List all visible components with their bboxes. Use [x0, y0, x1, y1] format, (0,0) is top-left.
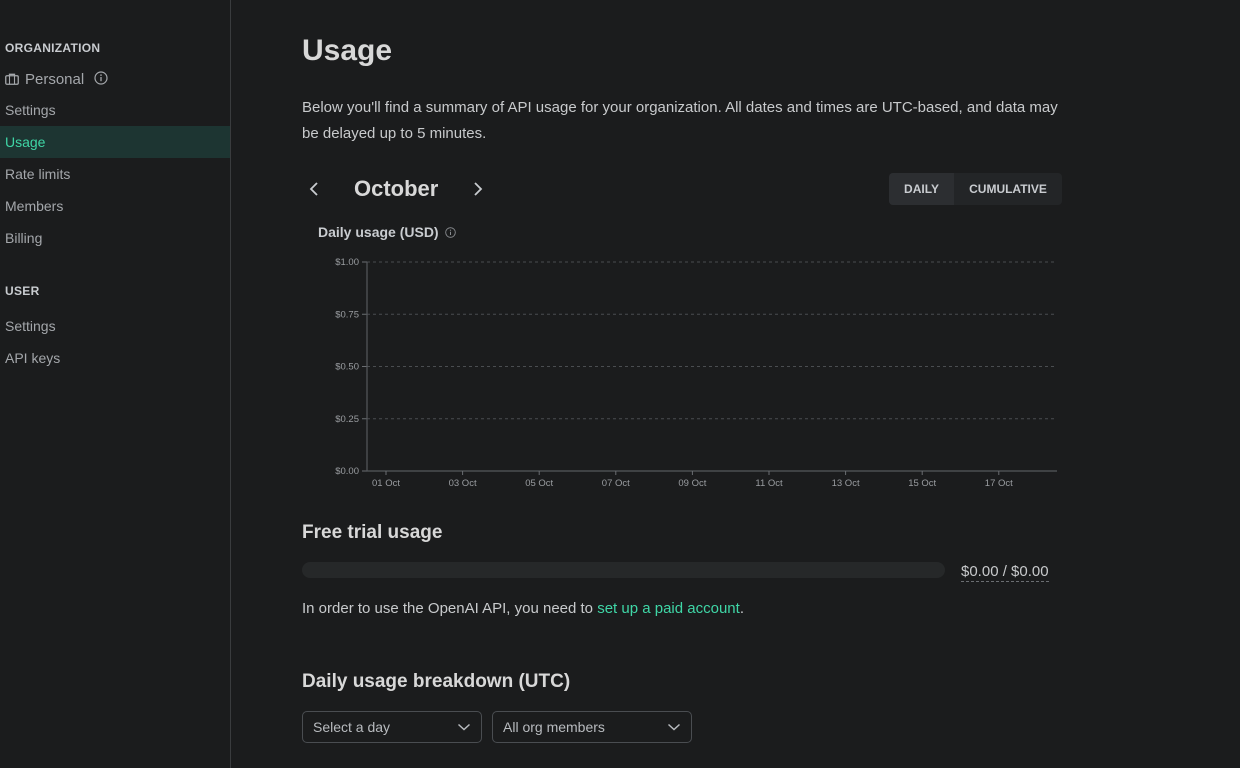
chart-x-tick-label: 17 Oct [985, 478, 1013, 489]
chart-x-tick-label: 07 Oct [602, 478, 630, 489]
sidebar-item-settings[interactable]: Settings [0, 94, 230, 126]
chart-title-label: Daily usage (USD) [318, 224, 439, 240]
sidebar-item-billing[interactable]: Billing [0, 222, 230, 254]
chart-y-tick-label: $0.50 [335, 362, 359, 373]
user-section-title: USER [5, 284, 40, 298]
chart-y-tick-label: $0.25 [335, 414, 359, 425]
setup-paid-account-link[interactable]: set up a paid account [597, 600, 740, 617]
member-select[interactable]: All org members [492, 711, 692, 743]
next-month-button[interactable] [466, 172, 490, 206]
cumulative-toggle-button[interactable]: CUMULATIVE [954, 173, 1062, 205]
page-title: Usage [302, 34, 393, 67]
chart-x-tick-label: 03 Oct [449, 478, 477, 489]
day-select-value: Select a day [313, 719, 391, 735]
org-name: Personal [25, 70, 85, 88]
chevron-down-icon [457, 723, 471, 731]
info-icon[interactable] [444, 226, 456, 238]
month-label: October [354, 176, 439, 201]
paid-account-notice: In order to use the OpenAI API, you need… [302, 600, 744, 617]
sidebar-item-user-settings[interactable]: Settings [0, 310, 230, 342]
chart-y-tick-label: $0.00 [335, 466, 359, 477]
previous-month-button[interactable] [302, 172, 326, 206]
chart-y-tick-label: $1.00 [335, 257, 359, 268]
paid-account-notice-suffix: . [739, 600, 744, 617]
day-select[interactable]: Select a day [302, 711, 482, 743]
member-select-value: All org members [503, 719, 605, 735]
page-description: Below you'll find a summary of API usage… [302, 99, 1058, 142]
briefcase-icon [5, 73, 19, 85]
sidebar-item-usage[interactable]: Usage [0, 126, 230, 158]
chart-title: Daily usage (USD) [318, 224, 456, 240]
free-trial-heading: Free trial usage [302, 522, 443, 543]
sidebar-item-members[interactable]: Members [0, 190, 230, 222]
month-navigator: October [302, 172, 490, 206]
chevron-right-icon [474, 182, 483, 196]
chart-x-tick-label: 05 Oct [525, 478, 553, 489]
chart-x-tick-label: 11 Oct [755, 478, 783, 489]
info-icon[interactable] [94, 71, 108, 85]
chart-x-tick-label: 13 Oct [832, 478, 860, 489]
daily-toggle-button[interactable]: DAILY [889, 173, 954, 205]
sidebar-item-rate-limits[interactable]: Rate limits [0, 158, 230, 190]
org-selector[interactable]: Personal [5, 69, 108, 89]
chart-x-tick-label: 01 Oct [372, 478, 400, 489]
chevron-left-icon [309, 182, 318, 196]
chart-y-tick-label: $0.75 [335, 309, 359, 320]
breakdown-heading: Daily usage breakdown (UTC) [302, 671, 571, 692]
view-toggle: DAILY CUMULATIVE [889, 173, 1062, 205]
free-trial-usage-value: $0.00 / $0.00 [961, 563, 1049, 582]
usage-chart: $0.00 $0.25 $0.50 $0.75 $1.00 01 Oct 03 Oct 05 … [335, 257, 1057, 489]
chart-x-tick-label: 09 Oct [678, 478, 706, 489]
free-trial-progress-bar [302, 562, 945, 578]
paid-account-notice-prefix: In order to use the OpenAI API, you need… [302, 600, 598, 617]
organization-section-title: ORGANIZATION [5, 41, 101, 55]
sidebar-item-api-keys[interactable]: API keys [0, 342, 230, 374]
sidebar: ORGANIZATION Personal Settings Usage Rat… [0, 0, 231, 768]
chevron-down-icon [667, 723, 681, 731]
chart-x-tick-label: 15 Oct [908, 478, 936, 489]
